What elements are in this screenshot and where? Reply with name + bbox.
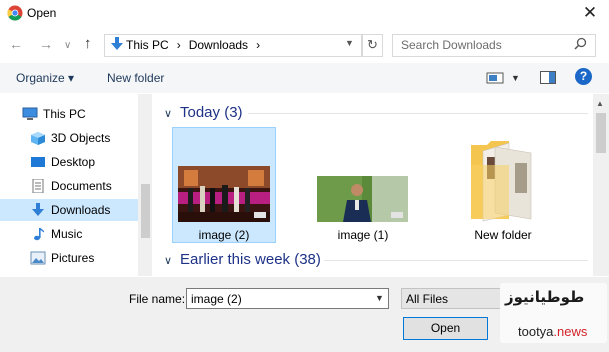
file-name-value[interactable]: image (2) [191,292,242,306]
folder-icon[interactable] [469,135,533,223]
file-name-label: New folder [474,228,532,242]
sidebar-item-documents[interactable]: Documents [0,175,140,197]
image-2-thumbnail[interactable] [178,166,270,222]
watermark-url-main: tootya [518,324,554,339]
desktop-icon [31,157,45,167]
window-title: Open [27,6,57,20]
navigation-scrollbar-thumb[interactable] [141,184,150,238]
organize-button[interactable]: Organize ▾ [16,71,74,85]
group-collapse-icon[interactable]: ∨ [164,254,172,267]
navigation-pane: This PC 3D Objects Desktop Documents Dow… [0,94,152,276]
breadcrumb: This PC › Downloads › [126,38,268,52]
videos-icon [30,275,46,276]
sidebar-item-label: 3D Objects [51,131,111,145]
file-name-label: image (1) [337,228,389,242]
breadcrumb-this-pc[interactable]: This PC [126,38,169,52]
view-mode-icon[interactable] [486,71,504,85]
image-1-thumbnail[interactable] [317,176,408,222]
view-dropdown-icon[interactable]: ▼ [511,73,520,83]
breadcrumb-downloads[interactable]: Downloads [189,38,248,52]
breadcrumb-separator[interactable]: › [177,38,181,52]
search-placeholder: Search Downloads [401,38,502,52]
sidebar-item-downloads[interactable]: Downloads [0,199,140,221]
download-icon [111,37,123,50]
sidebar-item-label: Desktop [51,155,96,169]
sidebar-item-label: Downloads [51,203,111,217]
title-bar [0,0,609,27]
recent-locations-button[interactable]: ∨ [64,37,71,55]
content-scrollbar-thumb[interactable] [596,113,606,153]
scroll-up-icon[interactable]: ▲ [596,99,604,108]
open-button[interactable]: Open [403,317,488,340]
group-divider [248,113,588,114]
file-name-dropdown-icon[interactable]: ▼ [375,293,384,303]
sidebar-item-videos[interactable] [0,271,140,276]
download-icon [32,203,44,216]
up-button[interactable]: ↑ [84,35,92,53]
search-icon[interactable] [574,37,587,50]
sidebar-item-music[interactable]: Music [0,223,140,245]
help-icon[interactable]: ? [575,68,592,85]
music-icon [34,228,44,241]
sidebar-item-label: Music [51,227,83,241]
watermark-url: tootya.news [518,324,587,339]
sidebar-item-desktop[interactable]: Desktop [0,151,140,173]
file-name-label: image (2) [198,228,250,242]
file-name-label: File name: [129,292,186,306]
new-folder-button[interactable]: New folder [107,71,164,85]
watermark-logo: طوطیانیوز [505,288,585,306]
sidebar-item-label: Pictures [51,251,95,265]
sidebar-item-label: This PC [43,107,86,121]
close-button[interactable]: ✕ [578,2,602,24]
breadcrumb-separator[interactable]: › [256,38,260,52]
forward-button[interactable]: → [39,35,53,53]
refresh-button[interactable]: ↻ [362,34,383,57]
cube-icon [31,132,45,145]
group-divider [324,260,588,261]
pc-icon [22,107,38,120]
group-collapse-icon[interactable]: ∨ [164,107,172,120]
watermark-url-tld: .news [553,324,588,339]
chrome-icon [7,5,23,21]
pictures-icon [30,251,46,265]
sidebar-item-label: Documents [51,179,112,193]
sidebar-item-this-pc[interactable]: This PC [0,103,140,125]
group-header-earlier-this-week[interactable]: Earlier this week (38) [180,251,321,268]
preview-pane-icon[interactable] [540,70,556,85]
address-dropdown-icon[interactable]: ▼ [345,38,354,48]
sidebar-item-3d-objects[interactable]: 3D Objects [0,127,140,149]
sidebar-item-pictures[interactable]: Pictures [0,247,140,269]
group-header-today[interactable]: Today (3) [180,104,243,121]
back-button[interactable]: ← [9,35,23,53]
documents-icon [32,179,44,193]
file-type-value[interactable]: All Files [406,292,448,306]
